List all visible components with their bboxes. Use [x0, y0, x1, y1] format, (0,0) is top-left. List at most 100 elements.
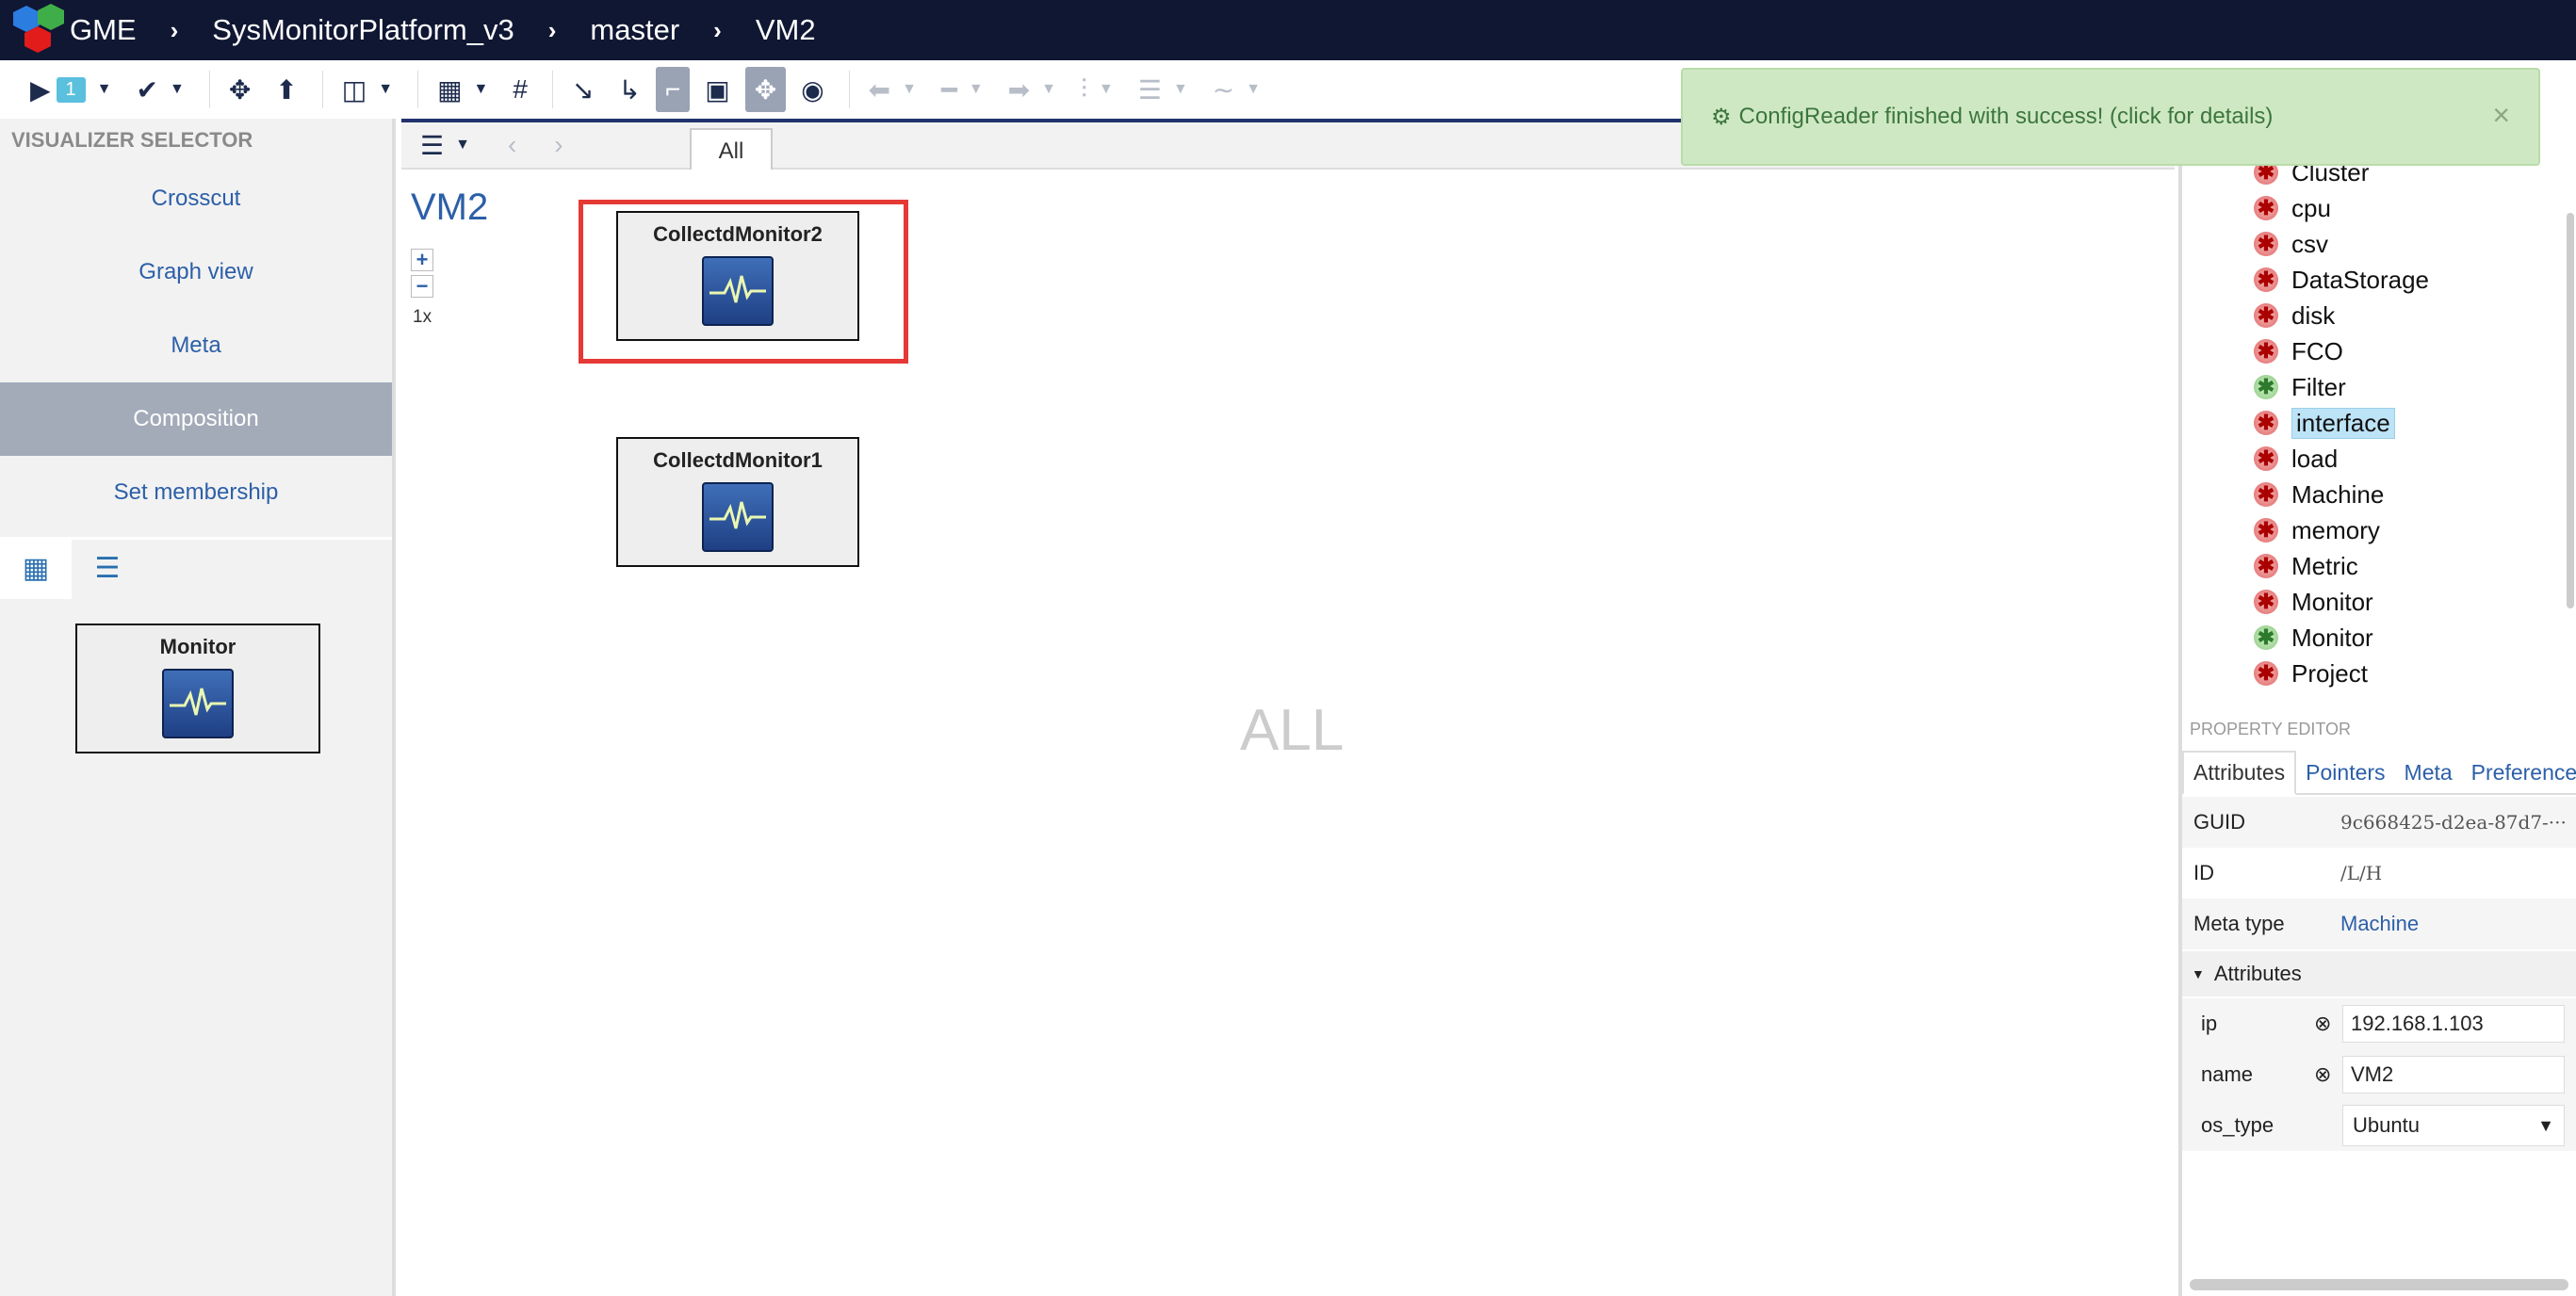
caret-down-icon: ▼	[902, 81, 917, 97]
play-icon: ▶	[30, 74, 51, 105]
attribute-row-name: name ⊗ VM2	[2182, 1049, 2576, 1100]
node-label: CollectdMonitor2	[653, 222, 823, 246]
tab-prev-button[interactable]: ‹	[489, 130, 535, 160]
os-type-select[interactable]: Ubuntu ▼	[2342, 1105, 2565, 1146]
tab-attributes[interactable]: Attributes	[2182, 751, 2297, 795]
tree-item[interactable]: ✱ FCO	[2254, 333, 2343, 369]
tab-meta[interactable]: Meta	[2395, 753, 2462, 793]
pulse-monitor-icon	[702, 256, 774, 326]
connect-straight-button[interactable]: ↘	[562, 67, 603, 112]
tree-item[interactable]: ✱ DataStorage	[2254, 262, 2429, 298]
tree-item[interactable]: ✱ disk	[2254, 298, 2335, 333]
attributes-group-header[interactable]: ▼ Attributes	[2182, 951, 2576, 996]
meta-node-icon: ✱	[2254, 303, 2278, 328]
os-type-value: Ubuntu	[2353, 1113, 2420, 1137]
tree-item[interactable]: ✱ memory	[2254, 512, 2380, 548]
reset-attribute-icon[interactable]: ⊗	[2314, 1012, 2342, 1036]
name-input[interactable]: VM2	[2342, 1056, 2565, 1094]
line-style-button[interactable]: ⫶ ▼	[1071, 67, 1123, 112]
pan-button[interactable]: ✥	[744, 67, 787, 112]
breadcrumb-project[interactable]: SysMonitorPlatform_v3	[212, 0, 514, 60]
caret-down-icon: ▼	[169, 81, 185, 97]
breadcrumb-node[interactable]: VM2	[756, 0, 816, 60]
tree-item-selected[interactable]: ✱ interface	[2254, 405, 2395, 441]
connect-elbow-button[interactable]: ↳	[609, 67, 649, 112]
tree-item[interactable]: ✱ Project	[2254, 656, 2368, 691]
visualizer-item-set-membership[interactable]: Set membership	[0, 456, 392, 529]
meta-node-icon: ✱	[2254, 554, 2278, 578]
meta-node-icon: ✱	[2254, 590, 2278, 614]
sliders-icon: ⫶	[1080, 73, 1087, 104]
tree-scrollbar[interactable]	[2567, 213, 2574, 608]
validate-button[interactable]: ✔ ▼	[127, 67, 194, 112]
chevron-right-icon: ›	[713, 15, 722, 44]
upload-icon: ⬆	[275, 74, 298, 105]
tree-item[interactable]: ✱ Filter	[2254, 369, 2346, 405]
line-width-button[interactable]: ☰ ▼	[1129, 67, 1198, 112]
line-pattern-button[interactable]: ━ ▼	[932, 67, 993, 112]
plugin-count-badge: 1	[56, 76, 86, 103]
canvas-watermark: ALL	[1240, 698, 1345, 763]
tree-item[interactable]: ✱ Machine	[2254, 477, 2384, 512]
hash-button[interactable]: #	[503, 67, 537, 112]
tree-item[interactable]: ✱ Monitor	[2254, 584, 2373, 620]
list-icon: ☰	[420, 130, 445, 160]
tree-item[interactable]: ✱ csv	[2254, 226, 2328, 262]
layout-button[interactable]: ◫ ▼	[333, 67, 402, 112]
zoom-out-button[interactable]: −	[411, 274, 433, 298]
tab-all[interactable]: All	[690, 128, 773, 173]
route-button[interactable]: ⌐	[655, 67, 691, 112]
zoom-in-button[interactable]: +	[411, 248, 433, 271]
tree-item[interactable]: ✱ load	[2254, 441, 2338, 477]
toolbar-divider	[208, 71, 210, 108]
attribute-label: os_type	[2201, 1113, 2274, 1137]
tree-item[interactable]: ✱ Metric	[2254, 548, 2358, 584]
guid-label: GUID	[2193, 810, 2245, 834]
visualizer-item-composition[interactable]: Composition	[0, 382, 392, 456]
view-button[interactable]: ◉	[791, 67, 833, 112]
caret-down-icon: ▼	[1098, 81, 1114, 97]
node-collectdmonitor1[interactable]: CollectdMonitor1	[616, 437, 859, 567]
chevron-right-icon: ›	[547, 15, 557, 44]
tab-list-button[interactable]: ☰ ▼	[401, 130, 489, 161]
tab-preferences[interactable]: Preferences	[2462, 753, 2576, 793]
palette-item-monitor[interactable]: Monitor	[75, 624, 320, 753]
hash-icon: #	[513, 74, 528, 104]
close-icon[interactable]: ×	[2492, 98, 2510, 133]
line-curve-button[interactable]: ∼ ▼	[1203, 67, 1270, 112]
grid-button[interactable]: ▦ ▼	[428, 67, 497, 112]
grid-view-icon[interactable]: ▦	[0, 538, 72, 599]
composition-canvas[interactable]: VM2 + − 1x CollectdMonitor2 CollectdMoni…	[401, 170, 2178, 1296]
arrow-diagonal-icon: ↘	[571, 74, 595, 105]
meta-type-row: Meta type Machine	[2182, 899, 2576, 949]
ip-input[interactable]: 192.168.1.103	[2342, 1005, 2565, 1043]
attributes-group-label: Attributes	[2213, 962, 2302, 985]
tree-item[interactable]: ✱ cpu	[2254, 190, 2331, 226]
lock-button[interactable]: ▣	[695, 67, 739, 112]
chevron-right-icon: ›	[170, 15, 179, 44]
visualizer-item-meta[interactable]: Meta	[0, 309, 392, 382]
tab-pointers[interactable]: Pointers	[2296, 753, 2394, 793]
breadcrumb-branch[interactable]: master	[590, 0, 679, 60]
tab-next-button[interactable]: ›	[535, 130, 581, 160]
visualizer-item-crosscut[interactable]: Crosscut	[0, 162, 392, 235]
caret-down-icon: ▼	[2192, 966, 2205, 981]
horizontal-scrollbar[interactable]	[2190, 1279, 2568, 1290]
id-label: ID	[2193, 861, 2214, 884]
breadcrumb-app[interactable]: GME	[70, 0, 137, 60]
upload-button[interactable]: ⬆	[266, 67, 306, 112]
reset-attribute-icon[interactable]: ⊗	[2314, 1062, 2342, 1087]
caret-down-icon: ▼	[968, 81, 984, 97]
gme-logo[interactable]	[0, 0, 70, 60]
notification-toast[interactable]: ⚙ ConfigReader finished with success! (c…	[1681, 68, 2540, 166]
node-collectdmonitor2[interactable]: CollectdMonitor2	[616, 211, 859, 341]
tree-item[interactable]: ✱ Monitor	[2254, 620, 2373, 656]
arrow-start-button[interactable]: ⬅ ▼	[859, 67, 926, 112]
arrow-end-button[interactable]: ➡ ▼	[999, 67, 1066, 112]
list-view-icon[interactable]: ☰	[72, 539, 143, 599]
run-plugin-button[interactable]: ▶ 1 ▼	[21, 67, 122, 112]
visualizer-item-graph-view[interactable]: Graph view	[0, 235, 392, 309]
move-tool-button[interactable]: ✥	[220, 67, 260, 112]
palette-item-label: Monitor	[159, 635, 236, 658]
meta-type-link[interactable]: Machine	[2340, 912, 2419, 936]
